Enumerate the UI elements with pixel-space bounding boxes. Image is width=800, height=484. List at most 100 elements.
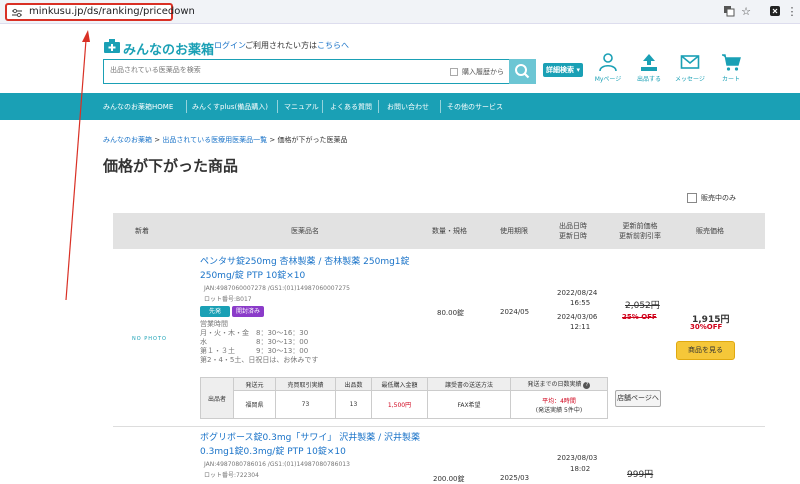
nav-item-contact[interactable]: お問い合わせ (387, 102, 429, 112)
page-title: 価格が下がった商品 (103, 157, 239, 175)
sale-discount: 30%OFF (690, 323, 723, 331)
listed-time: 16:55 (570, 299, 591, 307)
history-label: 購入履歴から (462, 68, 504, 76)
breadcrumb-current: 価格が下がった医薬品 (277, 136, 348, 144)
updated-time: 12:11 (570, 323, 591, 331)
ship-count: (発送実績 5件中) (535, 406, 583, 414)
header-before-discount: 更新前割引率 (619, 232, 661, 240)
seller-info-table: 出品者 発送元 売買取引実績 出品数 最低購入金額 譲受書の送送方法 発送までの… (200, 377, 608, 419)
seller-record: 73 (275, 390, 336, 419)
extension-icon[interactable] (768, 5, 782, 19)
mypage-label: Myページ (594, 76, 622, 83)
header-expiry: 使用期限 (500, 227, 528, 235)
mail-icon (680, 55, 700, 69)
listed-date: 2022/08/24 (557, 289, 598, 297)
listed-date: 2023/08/03 (557, 454, 598, 462)
login-link[interactable]: ログイン (214, 40, 246, 51)
search-icon (515, 64, 530, 79)
old-discount: 25% OFF (622, 313, 657, 321)
header-listed-date: 出品日時 (559, 222, 587, 230)
cart-icon (722, 54, 741, 71)
opened-badge: 開封済み (232, 306, 264, 317)
cart-label: カート (721, 76, 740, 83)
nav-item-other[interactable]: その他のサービス (447, 102, 503, 112)
product-name-line1: ペンタサ錠250mg 杏林製薬 / 杏林製薬 250mg1錠 (200, 257, 410, 267)
search-input[interactable] (110, 66, 410, 74)
search-button[interactable] (509, 59, 536, 84)
menu-kebab-icon[interactable]: ⋮ (785, 5, 799, 19)
logo-text: みんなのお薬箱 (123, 43, 215, 58)
no-photo-placeholder: NO PHOTO (132, 336, 167, 342)
product-name-link[interactable]: ボグリボース錠0.3mg「サワイ」 沢井製薬 / 沢井製薬 0.3mg1錠0.3… (200, 431, 420, 459)
breadcrumb-home[interactable]: みんなのお薬箱 (103, 136, 152, 144)
cart-button[interactable]: カート (713, 52, 749, 86)
seller-header-origin: 発送元 (233, 377, 276, 391)
bookmark-star-icon[interactable]: ☆ (739, 5, 753, 19)
header-listed: 出品日時 更新日時 (559, 221, 587, 241)
search-box: 購入履歴から (103, 59, 536, 84)
nav-item-plus[interactable]: みんくすplus(備品購入) (192, 102, 268, 112)
upload-label: 出品する (636, 76, 661, 83)
header-price: 販売価格 (696, 227, 724, 235)
seller-header-min: 最低購入金額 (371, 377, 428, 391)
old-price: 999円 (627, 470, 654, 480)
breadcrumb-separator: > (154, 136, 161, 144)
header-before: 更新前価格更新前割引率 (619, 221, 661, 241)
advanced-search-button[interactable]: 詳細検索 ▾ (543, 63, 583, 77)
seller-min-amount: 1,500円 (371, 390, 428, 419)
header-name: 医薬品名 (291, 227, 319, 235)
nav-item-faq[interactable]: よくある質問 (330, 102, 372, 112)
quantity-value: 200.00錠 (433, 475, 465, 483)
original-drug-badge: 先発 (200, 306, 230, 317)
upload-button[interactable]: 出品する (631, 52, 667, 86)
quantity-value: 80.00錠 (437, 309, 465, 317)
nav-divider (277, 100, 278, 113)
header-before-price: 更新前価格 (622, 222, 658, 230)
product-name-line1: ボグリボース錠0.3mg「サワイ」 沢井製薬 / 沢井製薬 (200, 433, 420, 443)
header-qty: 数量・規格 (432, 227, 467, 235)
url-text: minkusu.jp/ds/ranking/pricedown (29, 6, 195, 17)
browser-toolbar: minkusu.jp/ds/ranking/pricedown ☆ ⋮ (0, 0, 800, 24)
site-settings-icon[interactable] (11, 8, 23, 18)
address-bar[interactable]: minkusu.jp/ds/ranking/pricedown (5, 3, 195, 21)
register-link[interactable]: こちらへ (317, 41, 349, 50)
history-checkbox[interactable] (450, 68, 458, 76)
table-header: 新着 医薬品名 数量・規格 使用期限 出品日時 更新日時 更新前価格 更新前割引率 … (113, 213, 765, 249)
on-sale-only-label: 販売中のみ (701, 194, 736, 202)
welcome-label: ご利用されたい方は (245, 41, 317, 50)
product-name-link[interactable]: ペンタサ錠250mg 杏林製薬 / 杏林製薬 250mg1錠 250mg/錠 P… (200, 255, 420, 283)
message-label: メッセージ (675, 76, 705, 83)
header-updated-date: 更新日時 (559, 232, 587, 240)
upload-icon (641, 54, 657, 71)
translate-icon[interactable] (722, 5, 736, 19)
advanced-search-label: 詳細検索 (546, 66, 575, 74)
product-lot: ロット番号:B017 (204, 296, 252, 303)
main-nav: みんなのお薬箱HOME みんくすplus(備品購入) マニュアル よくある質問 … (0, 93, 800, 120)
breadcrumb-list[interactable]: 出品されている医療用医薬品一覧 (162, 136, 267, 144)
medicine-box-icon (104, 39, 120, 53)
seller-row-label: 出品者 (200, 377, 234, 419)
nav-divider (322, 100, 323, 113)
help-icon[interactable]: ? (583, 382, 591, 389)
updated-date: 2024/03/06 (557, 313, 598, 321)
seller-count: 13 (335, 390, 372, 419)
seller-header-method: 譲受書の送送方法 (427, 377, 511, 391)
seller-header-count: 出品数 (335, 377, 372, 391)
seller-ship-days: 平均：4時間 (発送実績 5件中) (510, 390, 608, 419)
product-jan: JAN:4987060007278 /GS1:(01)1498706000727… (204, 285, 350, 292)
nav-divider (378, 100, 379, 113)
nav-item-home[interactable]: みんなのお薬箱HOME (103, 102, 173, 112)
mypage-icon (599, 53, 617, 72)
breadcrumb: みんなのお薬箱 > 出品されている医療用医薬品一覧 > 価格が下がった医薬品 (103, 135, 347, 145)
message-button[interactable]: メッセージ (672, 52, 708, 86)
expiry-value: 2025/03 (500, 474, 530, 482)
business-hours: 営業時間 月・火・木・金 8：30〜16：30 水 8：30〜13：00 第１・… (200, 320, 319, 364)
nav-item-manual[interactable]: マニュアル (284, 102, 319, 112)
seller-origin: 福岡県 (233, 390, 276, 419)
view-product-button[interactable]: 商品を見る (676, 341, 735, 360)
mypage-button[interactable]: Myページ (590, 52, 626, 86)
product-name-line2: 250mg/錠 PTP 10錠×10 (200, 271, 306, 281)
welcome-text: ご利用されたい方はこちらへ (245, 40, 349, 51)
store-page-button[interactable]: 店舗ページへ (615, 390, 661, 407)
on-sale-only-checkbox[interactable] (687, 193, 697, 203)
